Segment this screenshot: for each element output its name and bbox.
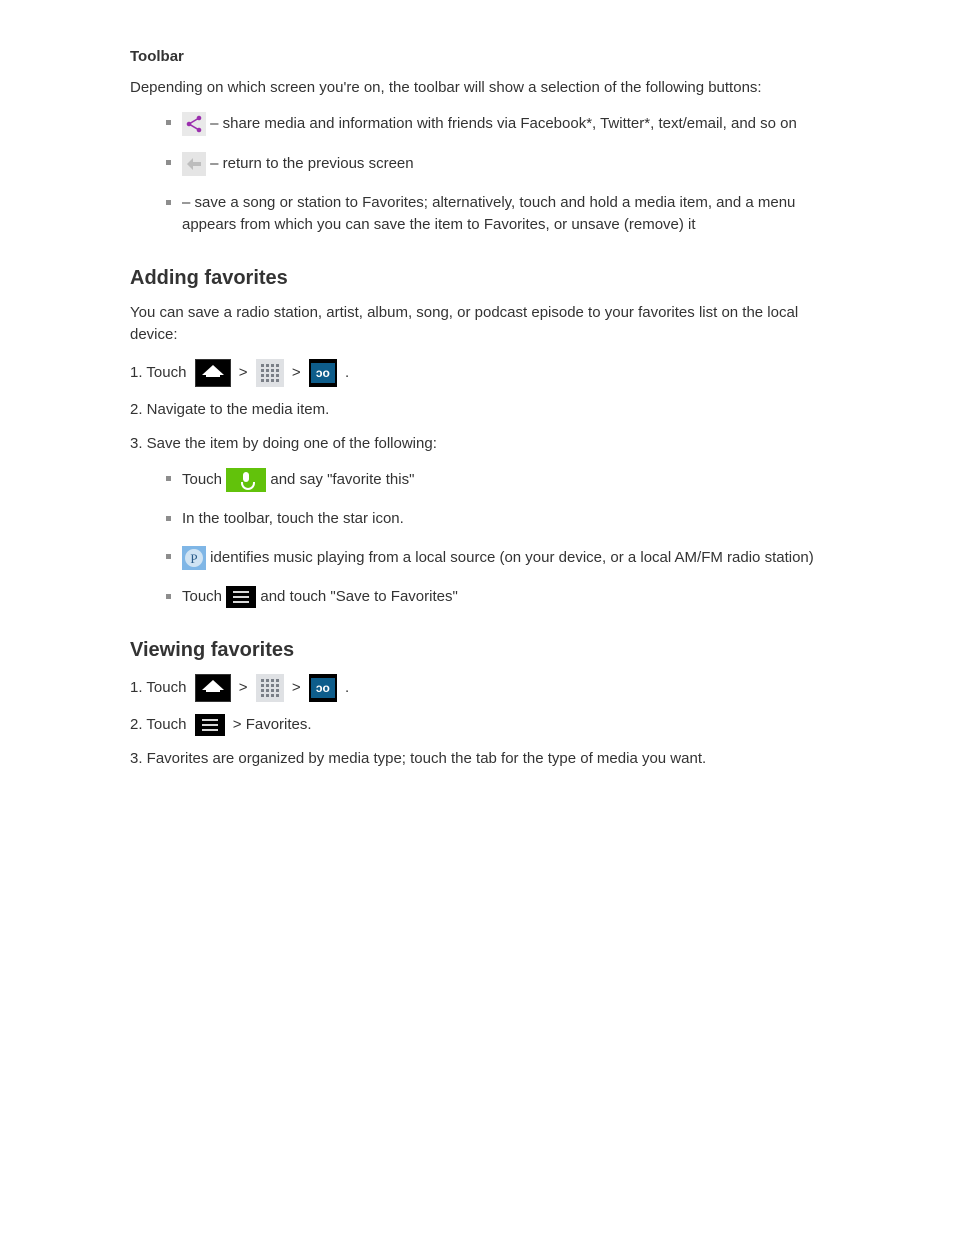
share-icon [182,112,206,136]
toolbar-list: – share media and information with frien… [130,112,830,237]
viewing-step3: 3. Favorites are organized by media type… [130,748,830,771]
m2-post: identifies music playing from a local so… [210,549,814,566]
page-content: Toolbar Depending on which screen you're… [130,30,830,783]
favorites-step1: 1. Touch > > ɔo . [130,359,830,387]
favorites-step2: 2. Navigate to the media item. [130,399,830,422]
m0-pre: Touch [182,470,226,487]
step1d: . [345,363,349,380]
m3-pre: Touch [182,588,226,605]
vstep2b: > Favorites. [233,716,312,733]
favorites-heading: Adding favorites [130,267,830,290]
favorites-step3: 3. Save the item by doing one of the fol… [130,433,830,456]
vstep1a: 1. Touch [130,678,191,695]
menu-list-icon [226,586,256,608]
step1b: > [239,363,252,380]
viewing-step2: 2. Touch > Favorites. [130,714,830,737]
toolbar-intro: Depending on which screen you're on, the… [130,77,830,100]
microphone-icon [226,468,266,492]
toolbar-item-back-text: – return to the previous screen [206,154,414,171]
viewing-heading: Viewing favorites [130,639,830,662]
m0-post: and say "favorite this" [270,470,414,487]
toolbar-item-back: – return to the previous screen [166,152,830,176]
vstep1d: . [345,678,349,695]
vstep2a: 2. Touch [130,716,191,733]
menu-list-icon [195,714,225,736]
toolbar-item-star-text: – save a song or station to Favorites; a… [182,194,795,234]
viewing-step1: 1. Touch > > ɔo . [130,674,830,702]
m1-post: In the toolbar, touch the star icon. [182,510,404,527]
m3-post: and touch "Save to Favorites" [260,588,457,605]
step1c: > [292,363,305,380]
step1a: 1. Touch [130,363,191,380]
favorites-method-star: In the toolbar, touch the star icon. [166,508,830,531]
app-logo-icon: ɔo [309,359,337,387]
vstep1c: > [292,678,305,695]
favorites-method-menu: Touch and touch "Save to Favorites" [166,586,830,609]
vstep1b: > [239,678,252,695]
toolbar-item-share-text: – share media and information with frien… [206,114,797,131]
toolbar-heading: Toolbar [130,48,830,65]
back-arrow-icon [182,152,206,176]
apps-grid-icon [256,359,284,387]
toolbar-item-star: – save a song or station to Favorites; a… [166,192,830,237]
identify-music-icon [182,546,206,570]
home-icon [195,359,231,387]
favorites-methods: Touch and say "favorite this" In the too… [130,468,830,609]
home-icon [195,674,231,702]
toolbar-item-share: – share media and information with frien… [166,112,830,136]
app-logo-icon: ɔo [309,674,337,702]
favorites-method-voice: Touch and say "favorite this" [166,468,830,492]
favorites-intro: You can save a radio station, artist, al… [130,302,830,347]
apps-grid-icon [256,674,284,702]
document-page: Toolbar Depending on which screen you're… [0,0,954,1235]
favorites-method-identify: identifies music playing from a local so… [166,546,830,570]
